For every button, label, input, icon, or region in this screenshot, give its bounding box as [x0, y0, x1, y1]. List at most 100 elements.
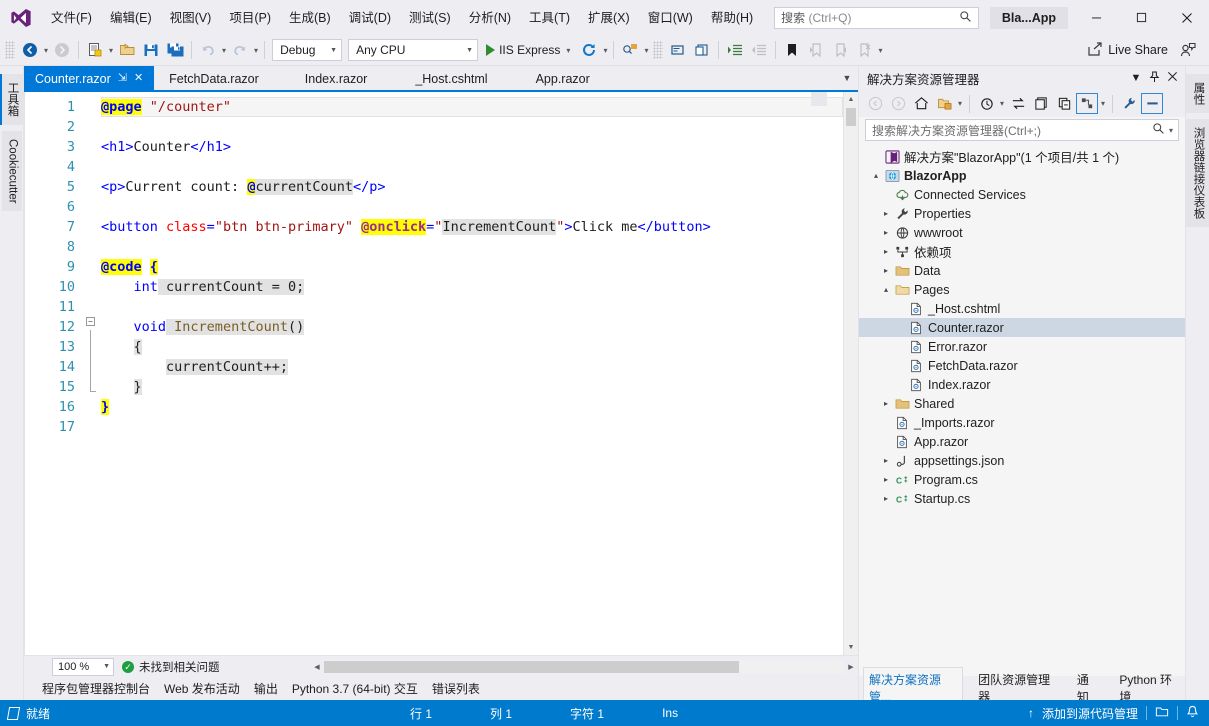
tree-item-data[interactable]: ▸ Data [859, 261, 1185, 280]
code-line[interactable]: <p>Current count: @currentCount</p> [101, 177, 843, 197]
code-line[interactable] [101, 237, 843, 257]
find-icon[interactable] [618, 38, 642, 62]
navigate-forward-icon[interactable] [50, 38, 74, 62]
outlining-margin[interactable]: − [83, 92, 101, 437]
uncomment-icon[interactable] [690, 38, 714, 62]
issue-status[interactable]: ✓ 未找到相关问题 [122, 659, 220, 675]
expander-collapsed[interactable]: ▸ [879, 228, 893, 237]
search-input[interactable]: 搜索 (Ctrl+Q) [774, 6, 980, 29]
close-icon[interactable] [1163, 71, 1181, 85]
quick-launch-search[interactable]: 搜索 (Ctrl+Q) [774, 6, 980, 29]
maximize-button[interactable] [1119, 3, 1164, 33]
menu-edit[interactable]: 编辑(E) [101, 5, 161, 31]
sidebar-item-properties[interactable]: 属性 [1185, 74, 1209, 113]
tree-item-host-cshtml[interactable]: _Host.cshtml [859, 299, 1185, 318]
forward-icon[interactable] [887, 93, 909, 114]
refresh-icon[interactable] [1030, 93, 1052, 114]
tree-item-index-razor[interactable]: Index.razor [859, 375, 1185, 394]
configuration-combo[interactable]: Debug ▼ [272, 39, 343, 61]
split-view-handle[interactable] [811, 92, 827, 106]
clear-bookmark-icon[interactable] [852, 38, 876, 62]
search-options-dropdown[interactable]: ▾ [1167, 126, 1175, 135]
tab-output[interactable]: 输出 [254, 680, 278, 697]
panel-drag-dots[interactable] [987, 77, 1119, 79]
editor-vertical-scrollbar[interactable]: ▲ ▼ [843, 92, 858, 655]
code-line[interactable]: @page "/counter" [101, 97, 843, 117]
code-line[interactable]: @code { [101, 257, 843, 277]
scroll-down-arrow[interactable]: ▼ [844, 640, 858, 655]
fold-toggle-icon[interactable]: − [86, 317, 95, 326]
tree-item-connected-services[interactable]: Connected Services [859, 185, 1185, 204]
properties-wrench-icon[interactable] [1118, 93, 1140, 114]
save-all-icon[interactable] [163, 38, 187, 62]
start-debugging-button[interactable]: IIS Express ▾ [481, 38, 577, 62]
expander-collapsed[interactable]: ▸ [879, 247, 893, 256]
hot-reload-icon[interactable] [577, 38, 601, 62]
sidebar-item-toolbox[interactable]: 工具箱 [0, 74, 24, 125]
show-all-files-icon[interactable] [1076, 93, 1099, 114]
scroll-left-arrow[interactable]: ◀ [310, 663, 324, 671]
tab-counter-razor[interactable]: Counter.razor ⇲ ✕ [24, 66, 155, 90]
new-item-icon[interactable] [83, 38, 107, 62]
back-icon[interactable] [864, 93, 886, 114]
close-icon[interactable]: ✕ [134, 73, 143, 84]
collapse-all-icon[interactable] [1053, 93, 1075, 114]
live-share-button[interactable]: Live Share [1080, 38, 1175, 62]
undo-dropdown[interactable]: ▾ [220, 46, 228, 55]
menu-build[interactable]: 生成(B) [280, 5, 340, 31]
source-control-label[interactable]: 添加到源代码管理 [1042, 705, 1138, 722]
solution-explorer-search-input[interactable]: 搜索解决方案资源管理器(Ctrl+;) ▾ [865, 119, 1179, 141]
menu-extensions[interactable]: 扩展(X) [579, 5, 639, 31]
hscroll-thumb[interactable] [324, 660, 739, 673]
scroll-right-arrow[interactable]: ▶ [844, 663, 858, 671]
sidebar-item-cookiecutter[interactable]: Cookiecutter [1, 130, 22, 212]
expander-collapsed[interactable]: ▸ [879, 266, 893, 275]
feedback-person-icon[interactable] [1175, 38, 1199, 62]
tree-item-blazorapp[interactable]: ▴ BlazorApp [859, 166, 1185, 185]
show-all-files-dropdown[interactable]: ▾ [1099, 99, 1107, 108]
repository-icon[interactable] [1155, 705, 1169, 721]
tree-item-dependencies[interactable]: ▸ 依赖项 [859, 242, 1185, 261]
sync-with-active-document-icon[interactable] [1007, 93, 1029, 114]
history-icon[interactable] [975, 93, 997, 114]
decrease-indent-icon[interactable] [747, 38, 771, 62]
editor-horizontal-scrollbar[interactable]: ◀ ▶ [310, 659, 858, 675]
platform-combo[interactable]: Any CPU ▼ [348, 39, 479, 61]
menu-debug[interactable]: 调试(D) [340, 5, 400, 31]
hscroll-track[interactable] [324, 659, 844, 674]
next-bookmark-icon[interactable] [828, 38, 852, 62]
toolbar-grip[interactable] [5, 41, 15, 59]
menu-file[interactable]: 文件(F) [42, 5, 101, 31]
tab-app-razor[interactable]: App.razor [513, 66, 611, 90]
new-item-dropdown[interactable]: ▾ [107, 46, 115, 55]
menu-tools[interactable]: 工具(T) [520, 5, 579, 31]
tab-index-razor[interactable]: Index.razor [282, 66, 393, 90]
menu-analyze[interactable]: 分析(N) [460, 5, 520, 31]
tab-error-list[interactable]: 错误列表 [432, 680, 480, 697]
chevron-down-icon[interactable]: ▼ [1127, 72, 1145, 84]
history-dropdown[interactable]: ▾ [998, 99, 1006, 108]
hot-reload-dropdown[interactable]: ▾ [601, 46, 609, 55]
pending-changes-dropdown[interactable]: ▾ [956, 99, 964, 108]
comment-icon[interactable] [666, 38, 690, 62]
tree-item-program-cs[interactable]: ▸ C Program.cs [859, 470, 1185, 489]
expander-expanded[interactable]: ▴ [879, 285, 893, 294]
tree-item-pages[interactable]: ▴ Pages [859, 280, 1185, 299]
previous-bookmark-icon[interactable] [804, 38, 828, 62]
tree-item-appsettings-json[interactable]: ▸ appsettings.json [859, 451, 1185, 470]
code-surface[interactable]: 1 2 3 4 5 6 7 8 9 10 11 12 13 14 15 16 1… [25, 92, 843, 655]
pending-changes-icon[interactable] [933, 93, 955, 114]
toolbar-overflow[interactable]: ▾ [876, 46, 884, 55]
navigate-back-dropdown[interactable]: ▾ [42, 46, 50, 55]
increase-indent-icon[interactable] [723, 38, 747, 62]
expander-collapsed[interactable]: ▸ [879, 209, 893, 218]
tree-item-startup-cs[interactable]: ▸ C Startup.cs [859, 489, 1185, 508]
tab-host-cshtml[interactable]: _Host.cshtml [392, 66, 512, 90]
home-icon[interactable] [910, 93, 932, 114]
tree-item-app-razor[interactable]: App.razor [859, 432, 1185, 451]
scrollbar-thumb[interactable] [846, 108, 856, 126]
tree-item-solution[interactable]: 解决方案"BlazorApp"(1 个项目/共 1 个) [859, 147, 1185, 166]
expander-collapsed[interactable]: ▸ [879, 475, 893, 484]
menu-window[interactable]: 窗口(W) [639, 5, 702, 31]
expander-collapsed[interactable]: ▸ [879, 399, 893, 408]
